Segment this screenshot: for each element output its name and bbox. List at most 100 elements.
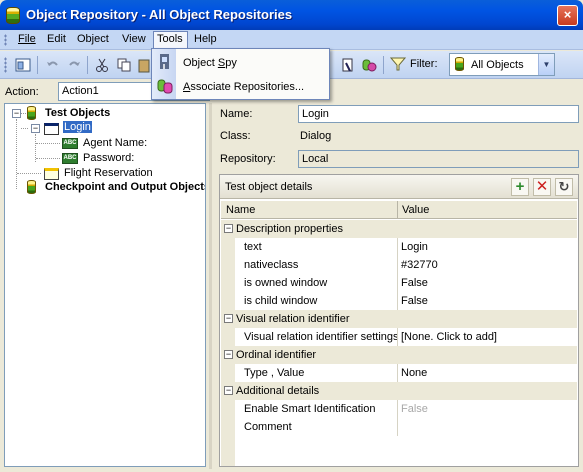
cut-icon[interactable] xyxy=(94,57,110,73)
toolbar-grip[interactable] xyxy=(4,57,7,73)
menubar-grip[interactable] xyxy=(4,34,7,46)
property-name: Enable Smart Identification xyxy=(244,403,376,415)
class-label: Class: xyxy=(220,130,251,142)
column-name[interactable]: Name xyxy=(226,204,255,216)
panel-splitter[interactable] xyxy=(209,103,212,469)
property-name: is owned window xyxy=(244,277,328,289)
cut-svg xyxy=(96,58,108,72)
cell-separator xyxy=(397,220,398,238)
chevron-down-icon[interactable]: ▼ xyxy=(538,54,554,75)
tree-node-checkpoint-output[interactable]: Checkpoint and Output Objects xyxy=(45,181,205,193)
category-row[interactable]: − Ordinal identifier xyxy=(221,346,577,364)
copy-icon[interactable] xyxy=(116,57,132,73)
undo-icon[interactable] xyxy=(45,57,61,73)
property-name: Comment xyxy=(244,421,292,433)
test-object-details-panel: Test object details + ✕ ↻ Name Value − De… xyxy=(219,174,579,467)
tree-node-test-objects[interactable]: Test Objects xyxy=(45,107,110,119)
dialog-icon xyxy=(44,123,59,135)
object-tree[interactable]: − Test Objects − Login ABC Agent Name: A… xyxy=(4,103,206,467)
menu-edit[interactable]: Edit xyxy=(44,32,69,48)
menu-edit-label: Edit xyxy=(47,33,66,45)
menu-object[interactable]: Object xyxy=(74,32,112,48)
property-row[interactable]: Type , Value None xyxy=(221,364,577,382)
associate-label-post: ssociate Repositories... xyxy=(190,81,305,93)
undo-svg xyxy=(47,61,58,66)
refresh-button[interactable]: ↻ xyxy=(555,178,573,196)
category-row[interactable]: − Additional details xyxy=(221,382,577,400)
property-row[interactable]: is child window False xyxy=(221,292,577,310)
collapse-login-icon[interactable]: − xyxy=(31,124,40,133)
category-name: Ordinal identifier xyxy=(236,349,317,361)
property-value[interactable]: None xyxy=(401,367,427,379)
cell-separator xyxy=(397,364,398,382)
redo-svg xyxy=(69,61,80,66)
collapse-category-icon[interactable]: − xyxy=(224,314,233,323)
name-label: Name: xyxy=(220,108,253,120)
property-row[interactable]: Visual relation identifier settings [None… xyxy=(221,328,577,346)
collapse-category-icon[interactable]: − xyxy=(224,224,233,233)
action-label: Action: xyxy=(5,86,39,98)
details-title: Test object details xyxy=(225,181,313,193)
object-properties-icon[interactable] xyxy=(15,57,31,73)
column-value[interactable]: Value xyxy=(402,204,429,216)
object-spy-label-pre: Object xyxy=(183,57,218,69)
column-separator[interactable] xyxy=(397,201,398,219)
tree-node-agent-name[interactable]: Agent Name: xyxy=(83,137,147,149)
details-header: Test object details + ✕ ↻ xyxy=(220,175,578,199)
tree-node-login[interactable]: Login xyxy=(63,121,92,133)
title-bar: Object Repository - All Object Repositor… xyxy=(0,0,583,30)
object-spy-svg xyxy=(160,54,169,69)
refresh-icon: ↻ xyxy=(558,179,570,194)
property-value[interactable]: Login xyxy=(401,241,428,253)
associate-repositories-svg xyxy=(157,79,173,94)
property-row[interactable]: Enable Smart Identification False xyxy=(221,400,577,418)
filter-dropdown[interactable]: All Objects ▼ xyxy=(449,53,555,76)
property-row[interactable]: text Login xyxy=(221,238,577,256)
property-value[interactable]: False xyxy=(401,277,428,289)
window-icon xyxy=(44,168,59,180)
menu-tools[interactable]: Tools xyxy=(153,31,188,49)
menu-item-object-spy[interactable]: Object Spy xyxy=(183,57,237,69)
menu-file[interactable]: File xyxy=(15,32,39,48)
property-value[interactable]: #32770 xyxy=(401,259,438,271)
property-value[interactable]: False xyxy=(401,403,428,415)
checkpoint-objects-icon xyxy=(27,180,36,194)
object-spy-icon xyxy=(157,54,172,69)
name-field[interactable]: Login xyxy=(298,105,579,123)
property-value[interactable]: False xyxy=(401,295,428,307)
property-value[interactable]: [None. Click to add] xyxy=(401,331,497,343)
menu-view[interactable]: View xyxy=(119,32,149,48)
redo-icon[interactable] xyxy=(66,57,82,73)
category-row[interactable]: − Description properties xyxy=(221,220,577,238)
toolbar-separator xyxy=(87,56,88,74)
property-name: Visual relation identifier settings xyxy=(244,331,399,343)
property-row[interactable]: nativeclass #32770 xyxy=(221,256,577,274)
tree-connector xyxy=(36,158,60,159)
close-button[interactable]: × xyxy=(557,5,578,26)
menu-view-label: View xyxy=(122,33,146,45)
remove-property-button[interactable]: ✕ xyxy=(533,178,551,196)
plus-icon: + xyxy=(515,178,525,195)
menu-bar: File Edit Object View Tools Help xyxy=(0,30,583,50)
collapse-test-objects-icon[interactable]: − xyxy=(12,109,21,118)
category-name: Additional details xyxy=(236,385,320,397)
cell-separator xyxy=(397,256,398,274)
repository-field: Local xyxy=(298,150,579,168)
category-row[interactable]: − Visual relation identifier xyxy=(221,310,577,328)
tree-node-password[interactable]: Password: xyxy=(83,152,134,164)
menu-item-associate-repositories[interactable]: Associate Repositories... xyxy=(183,81,304,93)
delete-x-icon: ✕ xyxy=(535,178,549,195)
property-row[interactable]: Comment xyxy=(221,418,577,436)
locate-in-repository-icon[interactable] xyxy=(361,57,377,73)
property-row[interactable]: is owned window False xyxy=(221,274,577,292)
highlight-in-application-icon[interactable] xyxy=(340,57,356,73)
collapse-category-icon[interactable]: − xyxy=(224,386,233,395)
menu-help[interactable]: Help xyxy=(191,32,220,48)
filter-value: All Objects xyxy=(471,59,524,71)
collapse-category-icon[interactable]: − xyxy=(224,350,233,359)
tree-node-flight-reservation[interactable]: Flight Reservation xyxy=(64,167,153,179)
all-objects-icon xyxy=(455,57,464,71)
toolbar-separator xyxy=(383,56,384,74)
add-property-button[interactable]: + xyxy=(511,178,529,196)
filter-svg xyxy=(389,57,407,71)
